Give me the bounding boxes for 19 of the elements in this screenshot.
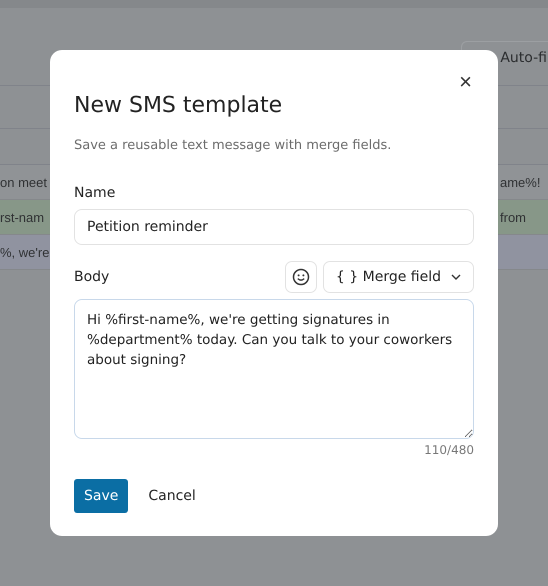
emoji-button[interactable] <box>284 261 317 293</box>
merge-field-dropdown[interactable]: { } Merge field <box>322 261 474 293</box>
chevron-down-icon <box>451 274 461 280</box>
cancel-button[interactable]: Cancel <box>138 488 206 504</box>
field-label: Name <box>74 185 116 201</box>
table-cell: %, we're <box>0 244 50 260</box>
close-button[interactable]: × <box>455 70 476 94</box>
body-textarea[interactable]: Hi %first-name%, we're getting signatures in %department% today. Can you talk to your coworkers about signing? <box>74 299 474 439</box>
table-cell: rst-nam <box>0 210 44 224</box>
dialog-title: New SMS template <box>74 93 284 118</box>
character-counter: 110/480 <box>423 443 474 457</box>
save-button[interactable]: Save <box>74 479 128 513</box>
field-label: Body <box>74 269 110 285</box>
table-cell: on meet <box>0 174 47 190</box>
smiley-icon <box>292 268 310 286</box>
dialog-subtitle: Save a reusable text message with merge fields. <box>74 138 392 153</box>
name-field[interactable]: Petition reminder <box>74 209 474 245</box>
table-cell-text: from <box>500 210 527 224</box>
table-cell-text: ame%! <box>500 174 542 190</box>
